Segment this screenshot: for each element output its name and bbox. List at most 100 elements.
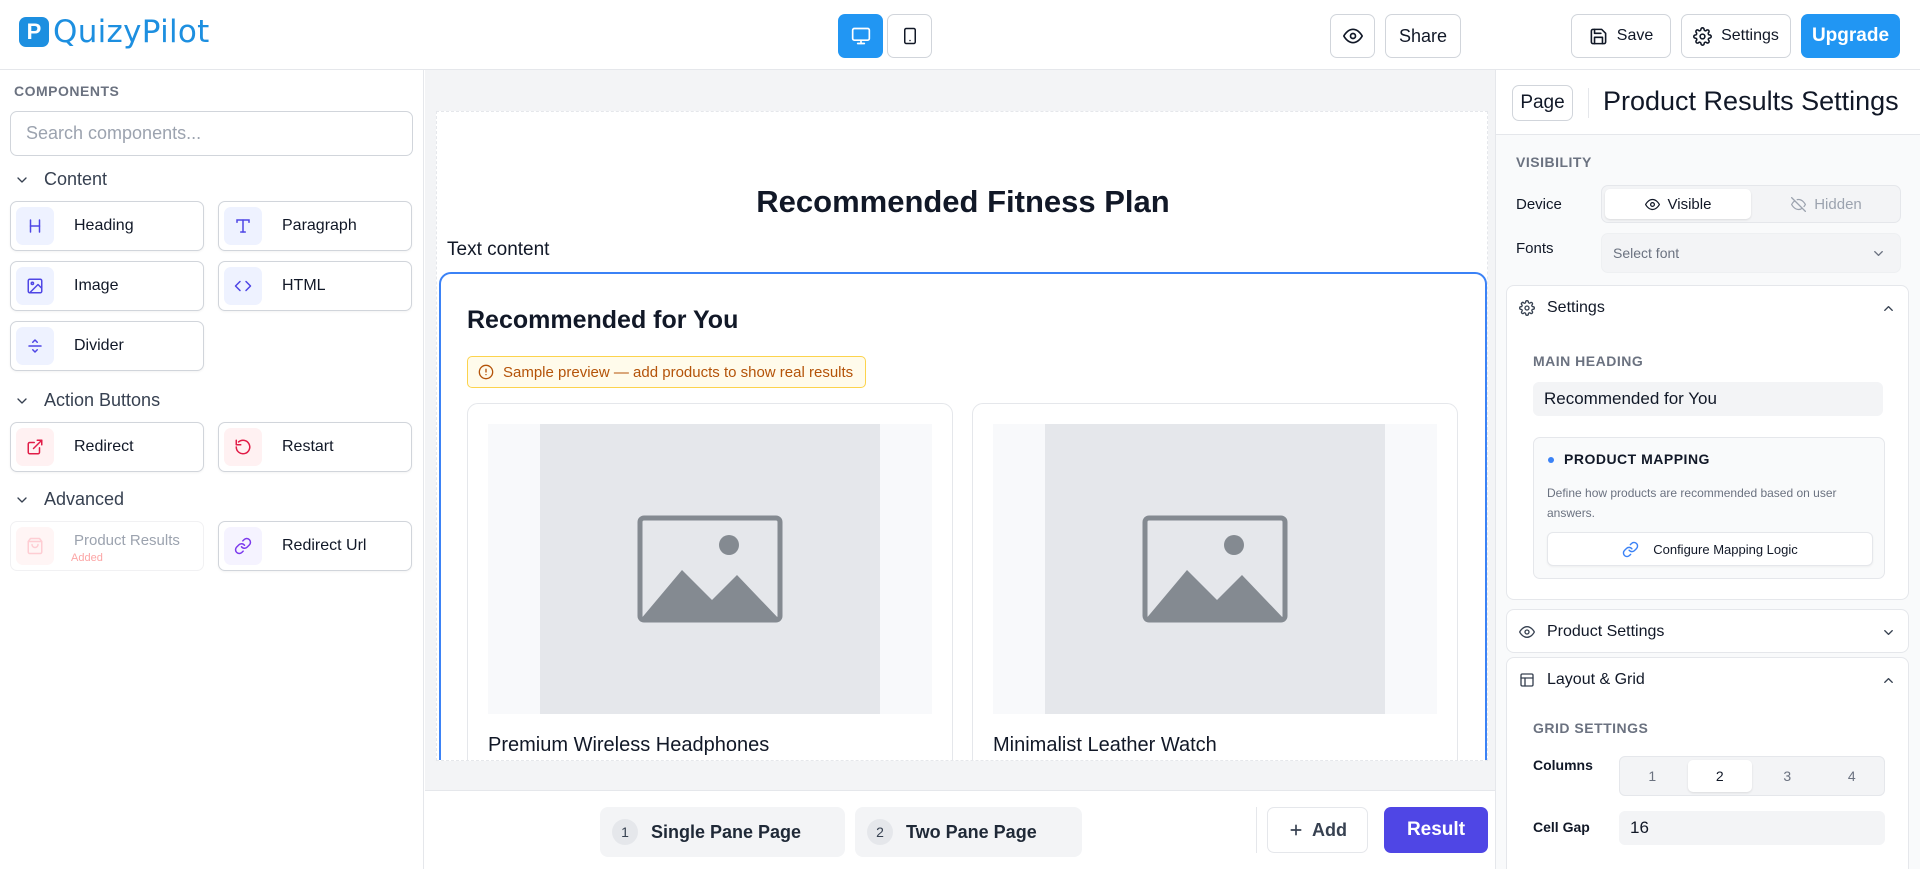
columns-option-2[interactable]: 2 <box>1687 760 1752 792</box>
panel-header: Page Product Results Settings <box>1496 70 1920 135</box>
font-select[interactable]: Select font <box>1601 233 1901 273</box>
settings-panel: Page Product Results Settings VISIBILITY… <box>1495 70 1920 869</box>
gear-icon <box>1693 26 1713 46</box>
result-page-button[interactable]: Result <box>1384 807 1488 853</box>
component-redirect[interactable]: Redirect <box>10 422 204 472</box>
product-settings-header[interactable]: Product Settings <box>1507 610 1908 654</box>
mobile-view-button[interactable] <box>887 14 932 58</box>
component-divider[interactable]: Divider <box>10 321 204 371</box>
hidden-label: Hidden <box>1814 195 1862 213</box>
configure-mapping-button[interactable]: Configure Mapping Logic <box>1547 532 1873 566</box>
text-icon <box>224 207 262 245</box>
font-select-placeholder: Select font <box>1613 245 1680 261</box>
search-components-input[interactable] <box>10 111 413 156</box>
cell-gap-label: Cell Gap <box>1533 819 1590 835</box>
settings-accordion-label: Settings <box>1547 299 1605 316</box>
notice-text: Sample preview — add products to show re… <box>503 363 854 381</box>
desktop-view-button[interactable] <box>838 14 883 58</box>
page-tab-label: Single Pane Page <box>651 821 802 842</box>
save-icon <box>1590 28 1607 44</box>
page-number: 2 <box>867 819 893 845</box>
page-tab-1[interactable]: 1 Single Pane Page <box>600 807 845 857</box>
panel-title: Product Results Settings <box>1603 86 1899 116</box>
shopping-bag-icon <box>16 527 54 565</box>
section-content-header[interactable]: Content <box>14 169 107 190</box>
gear-icon <box>1519 300 1535 316</box>
settings-label: Settings <box>1721 27 1779 44</box>
upgrade-button[interactable]: Upgrade <box>1801 14 1900 58</box>
link-icon <box>224 527 262 565</box>
external-link-icon <box>16 428 54 466</box>
product-mapping-description: Define how products are recommended base… <box>1547 486 1837 520</box>
divider-icon <box>16 327 54 365</box>
save-label: Save <box>1616 27 1654 44</box>
page-tab-label: Two Pane Page <box>906 821 1037 842</box>
chevron-down-icon <box>17 496 27 503</box>
product-image <box>993 424 1437 714</box>
page-breadcrumb-button[interactable]: Page <box>1512 85 1573 121</box>
results-heading: Recommended for You <box>467 306 739 334</box>
hidden-option[interactable]: Hidden <box>1754 189 1899 219</box>
columns-option-4[interactable]: 4 <box>1820 757 1885 795</box>
component-html[interactable]: HTML <box>218 261 412 311</box>
preview-button[interactable] <box>1330 14 1375 58</box>
text-content-block[interactable]: Text content <box>447 239 549 261</box>
chevron-down-icon <box>1884 630 1893 635</box>
settings-accordion-header[interactable]: Settings <box>1507 286 1908 330</box>
visible-label: Visible <box>1667 195 1712 213</box>
visibility-section-label: VISIBILITY <box>1516 154 1592 170</box>
image-icon <box>16 267 54 305</box>
info-icon <box>478 364 494 380</box>
product-image <box>488 424 932 714</box>
component-label: Divider <box>74 337 124 354</box>
product-card[interactable]: Minimalist Leather Watch <box>972 403 1458 760</box>
add-page-button[interactable]: Add <box>1267 807 1368 853</box>
component-redirect-url[interactable]: Redirect Url <box>218 521 412 571</box>
visible-option[interactable]: Visible <box>1605 189 1751 219</box>
product-settings-accordion: Product Settings <box>1506 609 1909 653</box>
columns-option-1[interactable]: 1 <box>1620 757 1685 795</box>
section-advanced-header[interactable]: Advanced <box>14 489 124 510</box>
section-action-label: Action Buttons <box>44 390 161 410</box>
app-logo[interactable]: P QuizyPilot <box>19 14 210 50</box>
sidebar-title: COMPONENTS <box>14 83 120 99</box>
eye-icon <box>1644 198 1660 210</box>
page-tab-2[interactable]: 2 Two Pane Page <box>855 807 1082 857</box>
section-action-header[interactable]: Action Buttons <box>14 390 160 411</box>
share-button[interactable]: Share <box>1385 14 1461 58</box>
main-heading-label: MAIN HEADING <box>1533 353 1644 369</box>
layout-icon <box>1520 673 1534 687</box>
product-name: Premium Wireless Headphones <box>488 734 770 756</box>
component-image[interactable]: Image <box>10 261 204 311</box>
chevron-down-icon <box>17 397 27 404</box>
product-settings-label: Product Settings <box>1547 623 1665 640</box>
image-placeholder-icon <box>637 515 783 623</box>
plus-icon <box>1290 824 1302 836</box>
app-name: QuizyPilot <box>53 14 210 50</box>
monitor-icon <box>851 27 870 45</box>
chevron-up-icon <box>1884 306 1893 311</box>
component-heading[interactable]: Heading <box>10 201 204 251</box>
layout-grid-accordion: Layout & Grid GRID SETTINGS Columns 1 2 … <box>1506 657 1909 869</box>
layout-grid-header[interactable]: Layout & Grid <box>1507 658 1908 702</box>
component-label: HTML <box>282 277 326 294</box>
component-label: Image <box>74 277 119 294</box>
component-restart[interactable]: Restart <box>218 422 412 472</box>
configure-mapping-label: Configure Mapping Logic <box>1653 541 1798 557</box>
component-label: Product Results <box>74 531 180 549</box>
chevron-down-icon <box>17 176 27 183</box>
product-results-block[interactable]: Recommended for You Sample preview — add… <box>439 272 1487 760</box>
page-title[interactable]: Recommended Fitness Plan <box>437 184 1487 220</box>
chevron-up-icon <box>1884 678 1893 683</box>
added-badge: Added <box>71 552 103 564</box>
save-button[interactable]: Save <box>1571 14 1671 58</box>
component-paragraph[interactable]: Paragraph <box>218 201 412 251</box>
settings-button[interactable]: Settings <box>1681 14 1791 58</box>
cell-gap-input[interactable]: 16 <box>1619 811 1885 845</box>
columns-option-3[interactable]: 3 <box>1755 757 1820 795</box>
device-label: Device <box>1516 196 1562 213</box>
heading-icon <box>16 207 54 245</box>
component-label: Restart <box>282 438 334 455</box>
product-card[interactable]: Premium Wireless Headphones <box>467 403 953 760</box>
main-heading-input[interactable]: Recommended for You <box>1533 382 1883 416</box>
